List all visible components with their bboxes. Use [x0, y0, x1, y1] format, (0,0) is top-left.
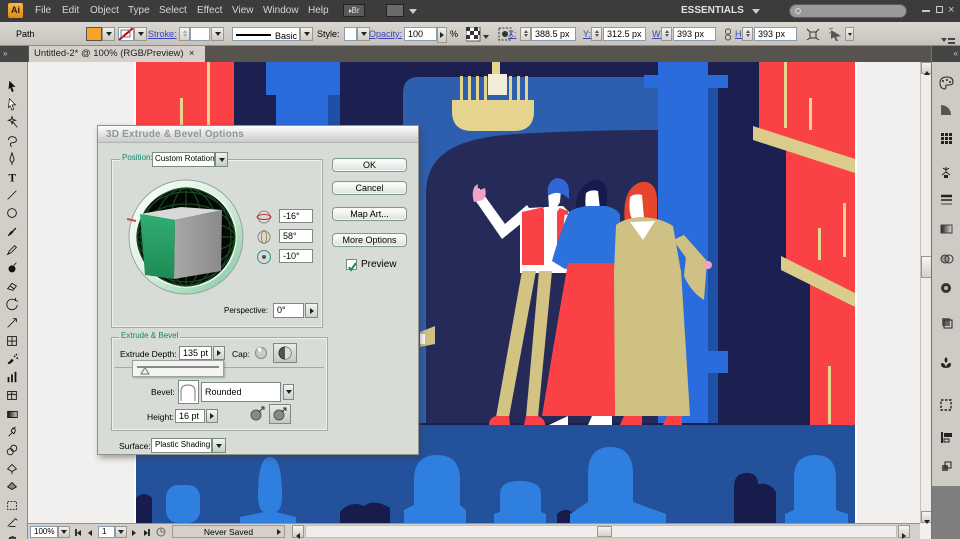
svg-text:T: T	[9, 172, 17, 184]
